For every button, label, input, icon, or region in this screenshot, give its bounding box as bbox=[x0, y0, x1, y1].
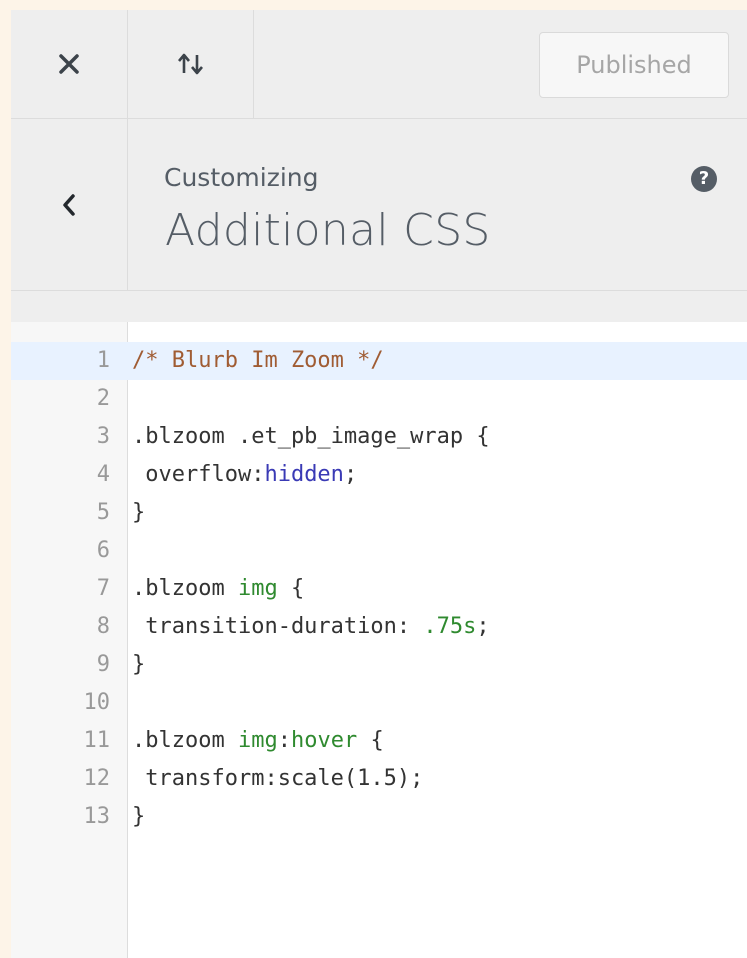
line-number: 2 bbox=[96, 386, 110, 411]
code-text: transition-duration: .75s; bbox=[132, 608, 490, 646]
code-line[interactable]: 2 bbox=[11, 380, 747, 418]
sort-arrows-icon bbox=[177, 53, 203, 75]
line-number: 6 bbox=[96, 538, 110, 563]
close-icon bbox=[59, 54, 79, 74]
code-token: .blzoom bbox=[132, 576, 238, 601]
reorder-button[interactable] bbox=[128, 10, 254, 118]
code-token: .blzoom bbox=[132, 728, 238, 753]
breadcrumb: Customizing bbox=[164, 163, 319, 192]
code-text: transform:scale(1.5); bbox=[132, 760, 423, 798]
code-token: .75s bbox=[423, 614, 477, 639]
code-token: hidden bbox=[264, 462, 344, 487]
code-text: .blzoom .et_pb_image_wrap { bbox=[132, 418, 490, 456]
code-token: transform:scale(1.5); bbox=[132, 766, 424, 791]
line-number: 1 bbox=[96, 348, 110, 373]
code-token: .blzoom .et_pb_image_wrap { bbox=[132, 424, 490, 449]
code-line[interactable]: 13} bbox=[11, 798, 747, 836]
page-title: Additional CSS bbox=[165, 205, 491, 256]
code-line[interactable]: 7 .blzoom img { bbox=[11, 570, 747, 608]
code-token: { bbox=[277, 576, 305, 601]
code-line[interactable]: 8 transition-duration: .75s; bbox=[11, 608, 747, 646]
code-text: .blzoom img:hover { bbox=[132, 722, 384, 760]
code-token: } bbox=[132, 652, 146, 677]
back-button[interactable] bbox=[11, 119, 128, 290]
code-token: img bbox=[237, 576, 278, 601]
code-token: ; bbox=[476, 614, 490, 639]
customizer-header: Published bbox=[11, 10, 747, 119]
line-number: 3 bbox=[96, 424, 110, 449]
code-token: transition-duration: bbox=[132, 614, 424, 639]
code-text: } bbox=[132, 798, 145, 836]
code-line[interactable]: 10 bbox=[11, 684, 747, 722]
code-line[interactable]: 6 bbox=[11, 532, 747, 570]
line-number: 7 bbox=[96, 576, 110, 601]
line-number: 9 bbox=[96, 652, 110, 677]
line-number: 13 bbox=[83, 804, 111, 829]
code-text: } bbox=[132, 646, 145, 684]
customizer-panel: Published Customizing Additional CSS ? 1… bbox=[11, 10, 747, 958]
line-number: 8 bbox=[96, 614, 110, 639]
line-number: 11 bbox=[83, 728, 111, 753]
line-number: 4 bbox=[96, 462, 110, 487]
code-line[interactable]: 5} bbox=[11, 494, 747, 532]
chevron-left-icon bbox=[63, 193, 75, 216]
code-line[interactable]: 12 transform:scale(1.5); bbox=[11, 760, 747, 798]
published-button[interactable]: Published bbox=[539, 32, 729, 98]
code-text: /* Blurb Im Zoom */ bbox=[132, 342, 384, 380]
help-icon[interactable]: ? bbox=[691, 166, 717, 192]
code-token: } bbox=[132, 804, 146, 829]
code-token: hover bbox=[290, 728, 358, 753]
code-token: img bbox=[237, 728, 278, 753]
code-token: /* Blurb Im Zoom */ bbox=[132, 348, 384, 373]
code-text: } bbox=[132, 494, 145, 532]
code-line[interactable]: 1 /* Blurb Im Zoom */ bbox=[11, 342, 747, 380]
code-text: .blzoom img { bbox=[132, 570, 304, 608]
line-number: 10 bbox=[83, 690, 111, 715]
code-line[interactable]: 9} bbox=[11, 646, 747, 684]
code-token: } bbox=[132, 500, 146, 525]
code-line[interactable]: 3 .blzoom .et_pb_image_wrap { bbox=[11, 418, 747, 456]
code-token: ; bbox=[343, 462, 358, 487]
css-code-editor[interactable]: 1 /* Blurb Im Zoom */ 2 3 .blzoom .et_pb_ima… bbox=[11, 322, 747, 958]
code-text: overflow:hidden; bbox=[132, 456, 357, 494]
code-line[interactable]: 11 .blzoom img:hover { bbox=[11, 722, 747, 760]
code-token: { bbox=[357, 728, 384, 753]
section-header: Customizing Additional CSS ? bbox=[11, 119, 747, 291]
line-number: 5 bbox=[96, 500, 110, 525]
code-token: overflow: bbox=[132, 462, 265, 487]
close-button[interactable] bbox=[11, 10, 128, 118]
code-token: : bbox=[277, 728, 291, 753]
line-number: 12 bbox=[83, 766, 111, 791]
code-line[interactable]: 4 overflow:hidden; bbox=[11, 456, 747, 494]
